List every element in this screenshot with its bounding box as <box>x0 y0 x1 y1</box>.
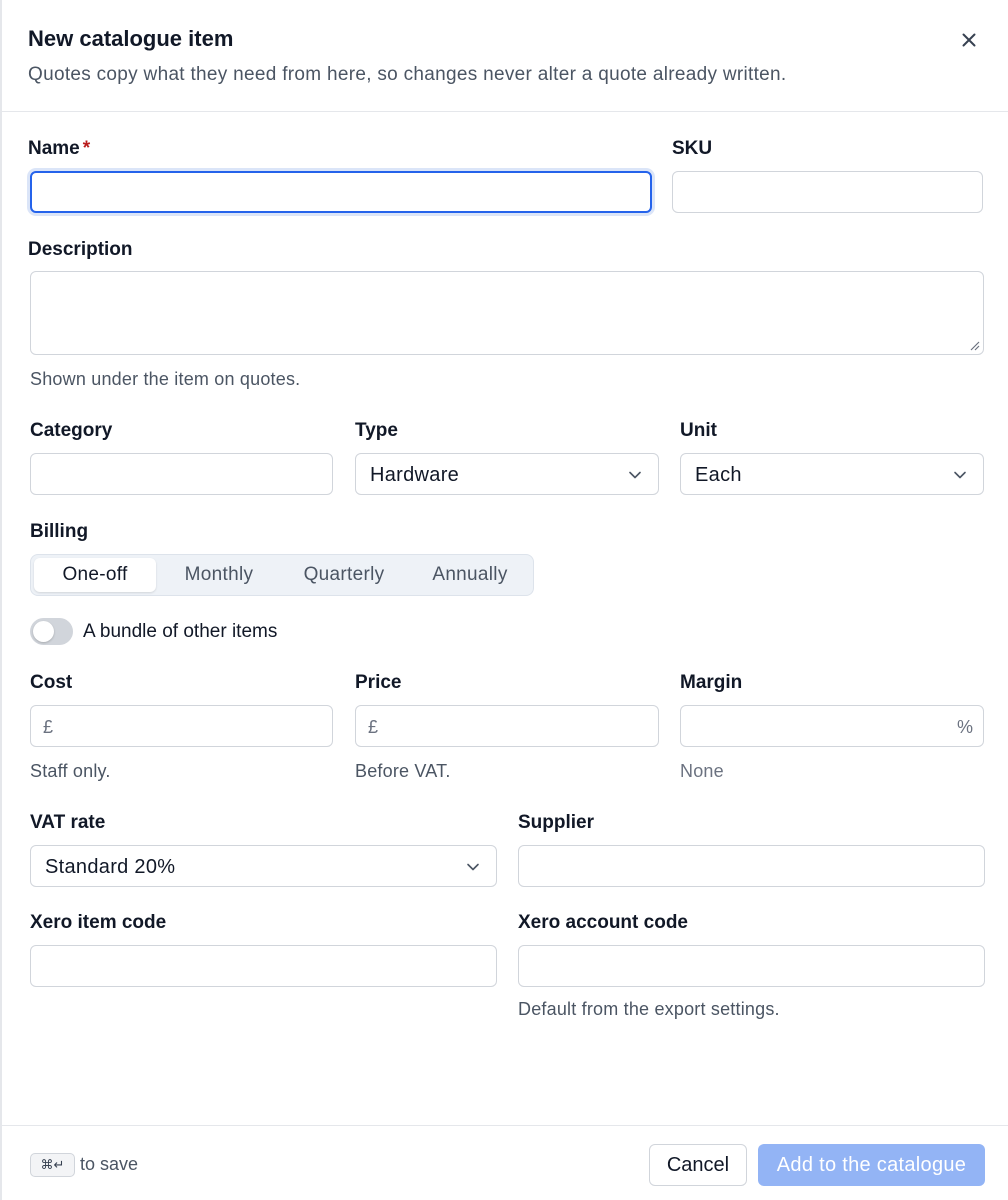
currency-prefix: £ <box>368 717 379 737</box>
name-input[interactable] <box>30 171 652 213</box>
cost-input[interactable]: £ <box>30 705 333 747</box>
supplier-label: Supplier <box>518 812 595 833</box>
billing-option-quarterly[interactable]: Quarterly <box>283 558 405 592</box>
margin-label: Margin <box>680 672 743 693</box>
shortcut-hint: to save <box>80 1154 139 1174</box>
billing-label: Billing <box>30 521 89 542</box>
resize-handle-icon[interactable] <box>968 339 980 351</box>
percent-suffix: % <box>956 717 973 737</box>
description-hint: Shown under the item on quotes. <box>30 369 301 389</box>
margin-hint: None <box>680 761 724 781</box>
billing-segmented-control: One-off Monthly Quarterly Annually <box>30 554 534 596</box>
panel-header: New catalogue item Quotes copy what they… <box>2 0 1008 112</box>
category-input[interactable] <box>30 453 333 495</box>
panel-footer: ⌘↵ to save Cancel Add to the catalogue <box>2 1125 1008 1200</box>
cost-hint: Staff only. <box>30 761 111 781</box>
cost-label: Cost <box>30 672 73 693</box>
close-icon <box>962 33 976 47</box>
chevron-down-icon <box>629 471 641 479</box>
unit-select[interactable]: Each <box>680 453 984 495</box>
billing-option-one-off[interactable]: One-off <box>34 558 156 592</box>
xero-account-code-input[interactable] <box>518 945 985 987</box>
sku-input[interactable] <box>672 171 983 213</box>
category-label: Category <box>30 420 113 441</box>
supplier-input[interactable] <box>518 845 985 887</box>
price-input[interactable]: £ <box>355 705 659 747</box>
xero-item-code-input[interactable] <box>30 945 497 987</box>
description-label: Description <box>28 239 133 260</box>
billing-option-monthly[interactable]: Monthly <box>159 558 279 592</box>
price-hint: Before VAT. <box>355 761 451 781</box>
type-label: Type <box>355 420 398 441</box>
description-textarea[interactable] <box>30 271 984 355</box>
xero-account-code-label: Xero account code <box>518 912 688 933</box>
vat-rate-select-value: Standard 20% <box>45 856 176 878</box>
chevron-down-icon <box>467 863 479 871</box>
required-marker: * <box>82 138 91 159</box>
panel-subtitle: Quotes copy what they need from here, so… <box>28 64 787 85</box>
close-button[interactable] <box>954 26 984 54</box>
unit-select-value: Each <box>695 464 742 486</box>
chevron-down-icon <box>954 471 966 479</box>
toggle-knob <box>33 621 54 642</box>
sku-label: SKU <box>672 138 713 159</box>
name-label: Name * <box>28 138 90 160</box>
bundle-toggle[interactable] <box>30 618 73 645</box>
name-label-text: Name <box>28 138 80 159</box>
add-to-catalogue-button[interactable]: Add to the catalogue <box>758 1144 985 1186</box>
vat-rate-label: VAT rate <box>30 812 106 833</box>
bundle-toggle-label: A bundle of other items <box>83 621 278 642</box>
unit-label: Unit <box>680 420 717 441</box>
cancel-button[interactable]: Cancel <box>649 1144 747 1186</box>
type-select-value: Hardware <box>370 464 460 486</box>
new-catalogue-item-panel: New catalogue item Quotes copy what they… <box>0 0 1008 1200</box>
vat-rate-select[interactable]: Standard 20% <box>30 845 497 887</box>
margin-input[interactable]: % <box>680 705 984 747</box>
currency-prefix: £ <box>43 717 54 737</box>
price-label: Price <box>355 672 402 693</box>
keyboard-shortcut: ⌘↵ <box>30 1153 75 1177</box>
billing-option-annually[interactable]: Annually <box>408 558 532 592</box>
panel-title: New catalogue item <box>28 26 234 51</box>
xero-account-code-hint: Default from the export settings. <box>518 999 780 1019</box>
xero-item-code-label: Xero item code <box>30 912 167 933</box>
type-select[interactable]: Hardware <box>355 453 659 495</box>
